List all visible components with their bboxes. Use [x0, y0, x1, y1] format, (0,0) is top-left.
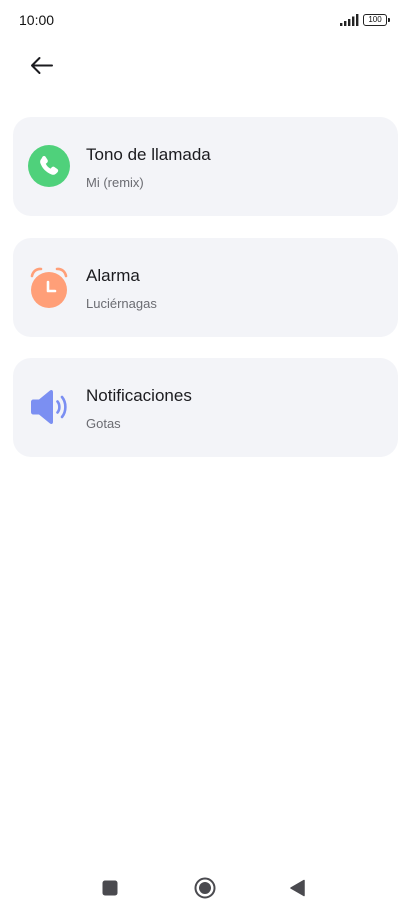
status-bar: 10:00 100 [0, 0, 411, 40]
alarm-card[interactable]: Alarma Luciérnagas [13, 238, 398, 337]
speaker-icon [31, 389, 67, 425]
triangle-back-icon[interactable] [286, 876, 310, 900]
status-time: 10:00 [19, 12, 55, 28]
notifications-card[interactable]: Notificaciones Gotas [13, 358, 398, 457]
alarm-title: Alarma [86, 266, 140, 285]
signal-bars-icon [340, 14, 359, 26]
battery-icon: 100 [363, 14, 390, 26]
alarm-clock-icon [30, 267, 68, 308]
ringtone-value: Mi (remix) [86, 175, 144, 190]
navigation-bar [0, 866, 411, 910]
ringtone-title: Tono de llamada [86, 145, 211, 164]
arrow-left-icon [31, 57, 53, 74]
alarm-value: Luciérnagas [86, 296, 157, 311]
ringtone-card[interactable]: Tono de llamada Mi (remix) [13, 117, 398, 216]
circle-home-icon[interactable] [193, 876, 217, 900]
screen: 10:00 100 Tono de llamada Mi (remix) Ala… [0, 0, 411, 914]
square-icon[interactable] [98, 876, 122, 900]
back-button[interactable] [22, 50, 62, 82]
notifications-title: Notificaciones [86, 386, 192, 405]
phone-icon [28, 145, 70, 187]
battery-level: 100 [363, 14, 387, 26]
notifications-value: Gotas [86, 416, 121, 431]
battery-tip [387, 18, 390, 22]
